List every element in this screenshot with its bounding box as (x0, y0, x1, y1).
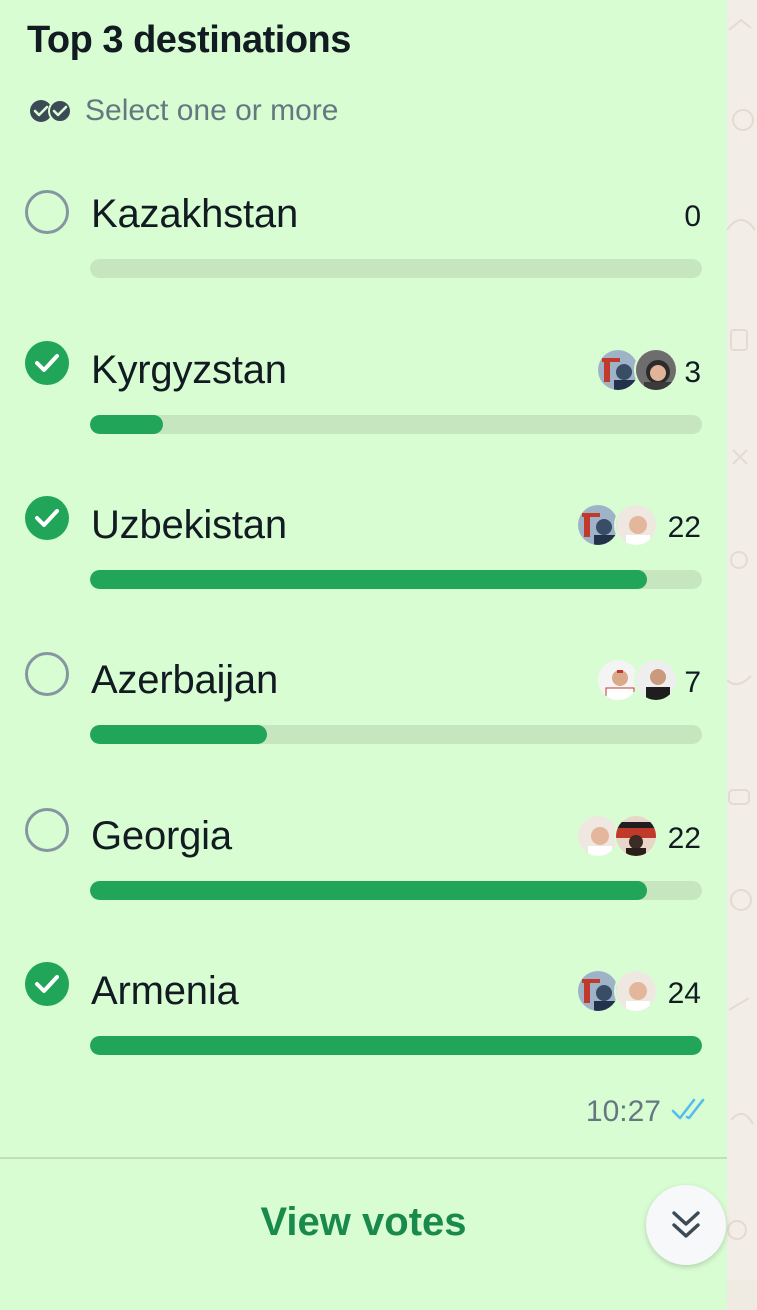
poll-option-uzbekistan[interactable]: Uzbekistan 22 (0, 496, 727, 631)
option-label: Kazakhstan (91, 192, 299, 236)
vote-count: 0 (684, 200, 701, 233)
option-radio[interactable] (25, 190, 69, 234)
option-label: Uzbekistan (91, 503, 287, 547)
message-time: 10:27 (585, 1095, 661, 1128)
checkmark-icon (35, 354, 59, 372)
vote-progress-fill (90, 725, 268, 744)
double-check-circle-icon (29, 99, 73, 123)
vote-count: 3 (684, 356, 701, 389)
option-checked[interactable] (25, 962, 69, 1006)
vote-progress-fill (90, 881, 647, 900)
poll-title: Top 3 destinations (27, 19, 351, 61)
vote-progress-bar (90, 570, 702, 589)
scroll-to-bottom-button[interactable] (646, 1185, 726, 1265)
poll-subtitle-text: Select one or more (85, 94, 339, 127)
chat-wallpaper (723, 0, 757, 1280)
checkmark-icon (35, 975, 59, 993)
option-label: Armenia (91, 969, 239, 1013)
vote-progress-fill (90, 570, 647, 589)
poll-option-kyrgyzstan[interactable]: Kyrgyzstan 3 (0, 341, 727, 476)
option-label: Georgia (91, 814, 232, 858)
poll-option-armenia[interactable]: Armenia 24 (0, 962, 727, 1097)
option-checked[interactable] (25, 341, 69, 385)
vote-progress-bar (90, 725, 702, 744)
vote-progress-fill (90, 415, 164, 434)
vote-count: 22 (667, 822, 701, 855)
option-label: Kyrgyzstan (91, 348, 287, 392)
double-chevron-down-icon (672, 1211, 700, 1238)
vote-progress-bar (90, 259, 702, 278)
message-meta: 10:27 (586, 1095, 713, 1129)
poll-option-kazakhstan[interactable]: Kazakhstan 0 (0, 190, 727, 320)
option-radio[interactable] (25, 652, 69, 696)
double-tick-icon (671, 1097, 713, 1128)
vote-progress-bar (90, 1036, 702, 1055)
divider (0, 1157, 727, 1159)
checkmark-icon (35, 509, 59, 527)
view-votes-button[interactable]: View votes (0, 1200, 727, 1245)
poll-option-georgia[interactable]: Georgia 22 (0, 808, 727, 942)
vote-count: 24 (667, 977, 701, 1010)
poll-subtitle: Select one or more (29, 94, 338, 128)
option-label: Azerbaijan (91, 658, 279, 702)
option-radio[interactable] (25, 808, 69, 852)
vote-progress-bar (90, 881, 702, 900)
vote-progress-fill (90, 1036, 702, 1055)
poll-option-azerbaijan[interactable]: Azerbaijan 7 (0, 652, 727, 786)
option-checked[interactable] (25, 496, 69, 540)
vote-count: 22 (667, 511, 701, 544)
vote-progress-bar (90, 415, 702, 434)
vote-count: 7 (684, 666, 701, 699)
